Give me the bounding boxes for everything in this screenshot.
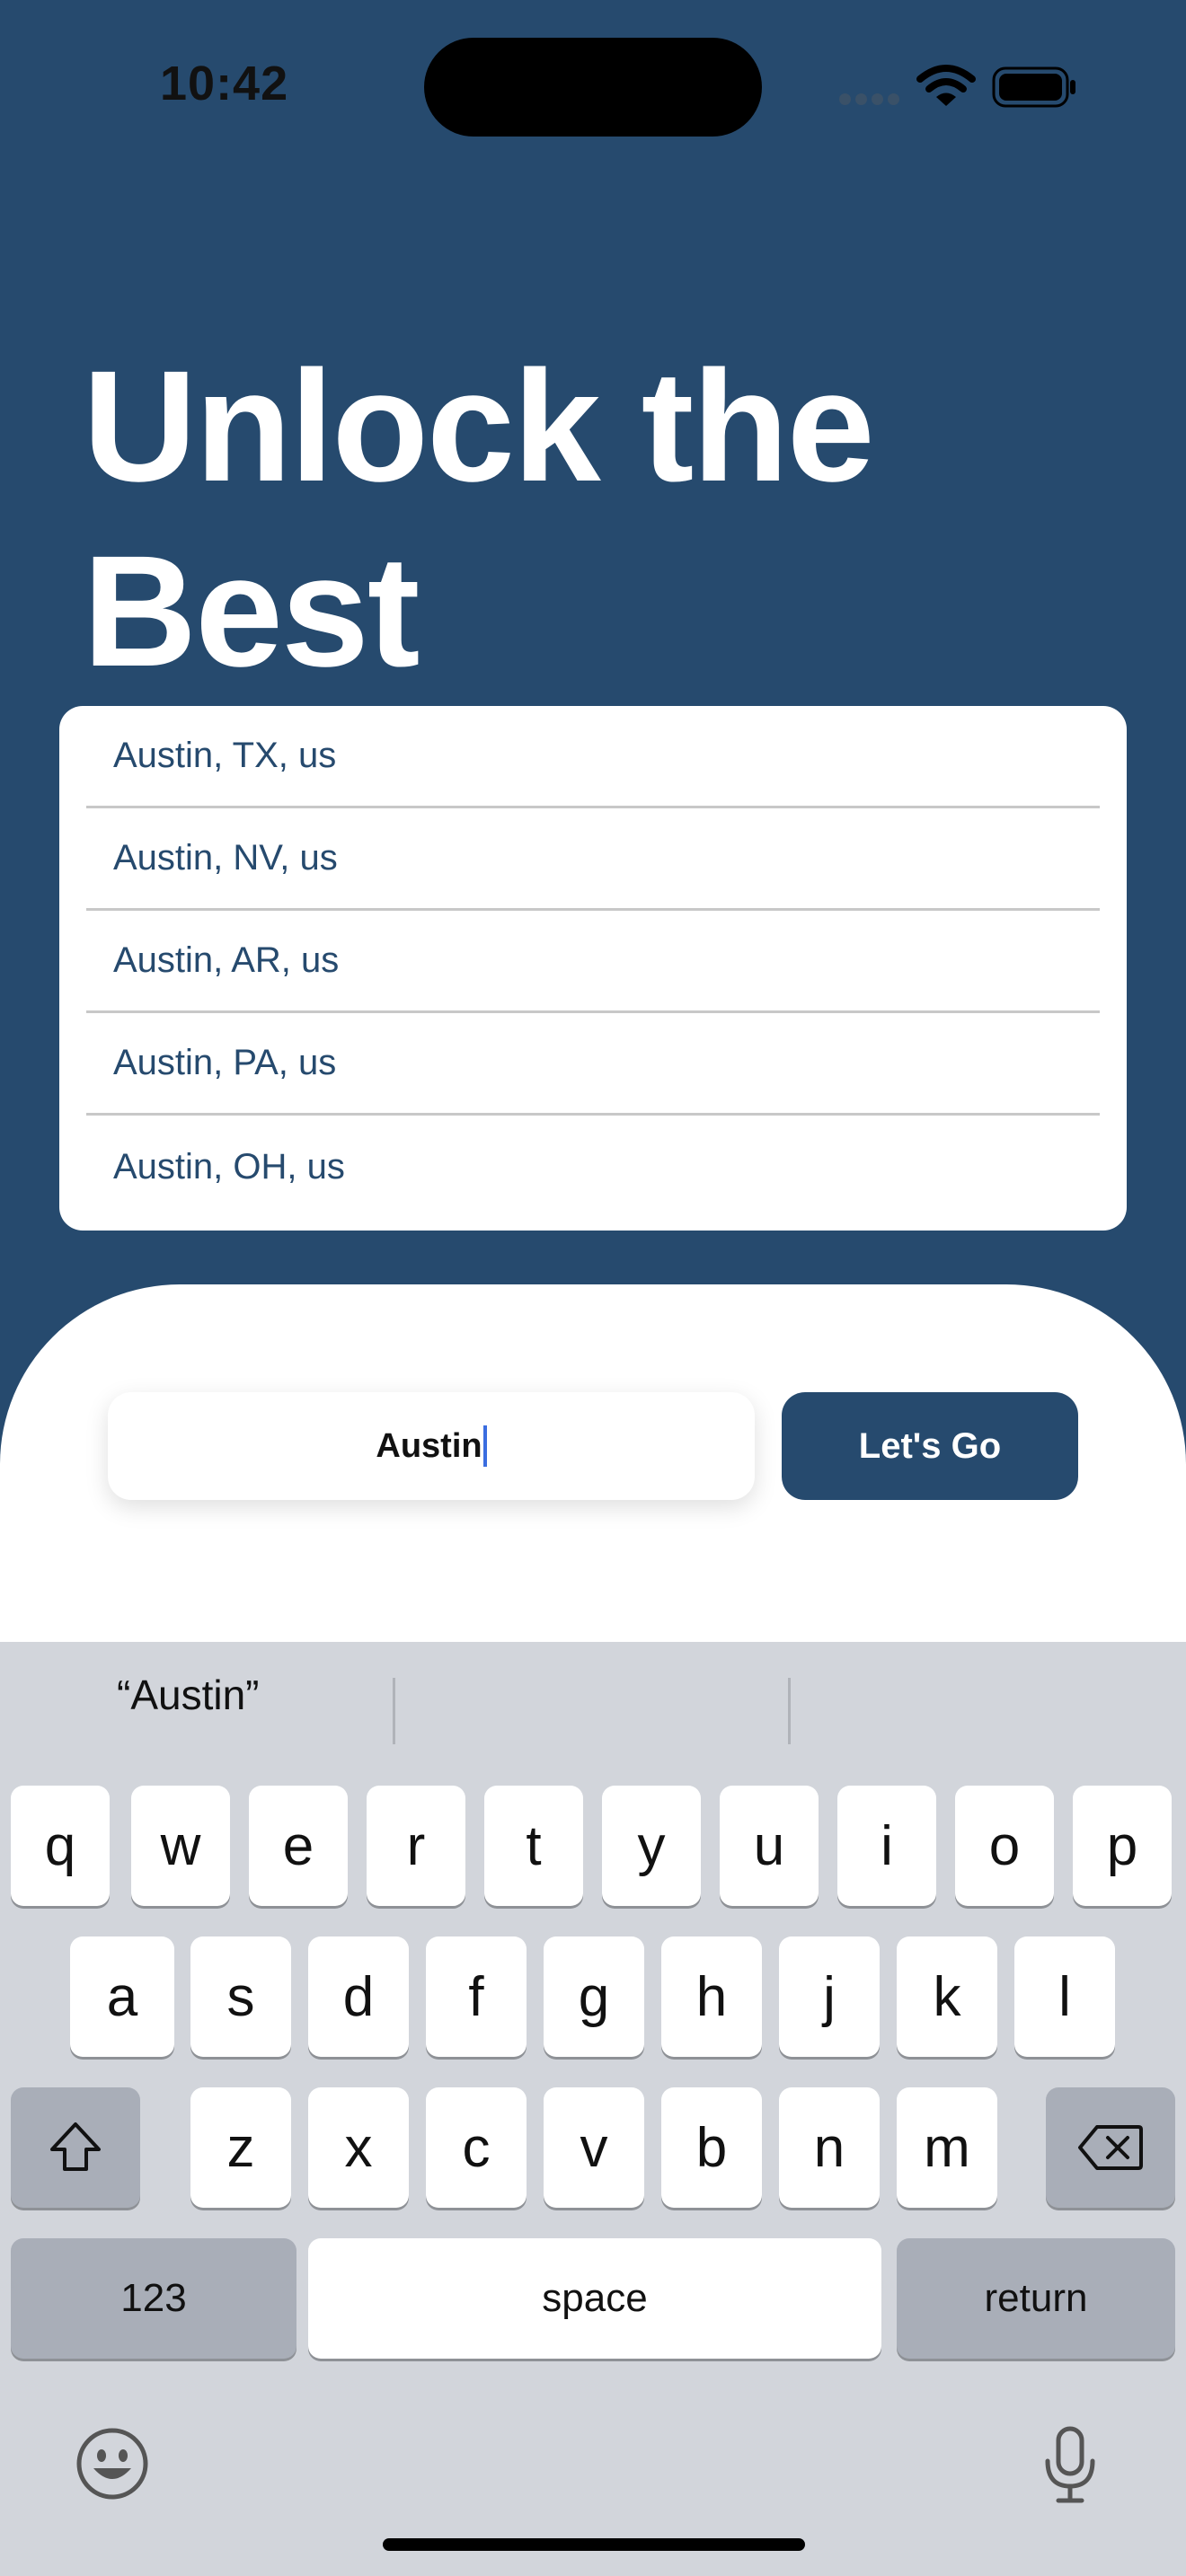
key-u[interactable]: u xyxy=(720,1786,819,1906)
battery-icon xyxy=(992,66,1078,112)
hero-title-line1: Unlock the xyxy=(83,339,875,515)
wifi-icon xyxy=(916,65,976,112)
backspace-icon xyxy=(1078,2125,1143,2170)
location-suggestions-list: Austin, TX, us Austin, NV, us Austin, AR… xyxy=(59,706,1127,1231)
key-c[interactable]: c xyxy=(426,2087,527,2208)
prediction-divider xyxy=(788,1678,791,1744)
cellular-signal-icon xyxy=(839,93,904,110)
numbers-key[interactable]: 123 xyxy=(11,2238,296,2359)
hero-title: Unlock the Best xyxy=(83,334,875,704)
dynamic-island xyxy=(424,38,762,137)
key-q[interactable]: q xyxy=(11,1786,110,1906)
key-e[interactable]: e xyxy=(249,1786,348,1906)
key-t[interactable]: t xyxy=(484,1786,583,1906)
hero-title-line2: Best xyxy=(83,524,420,700)
suggestion-item[interactable]: Austin, NV, us xyxy=(86,808,1100,911)
key-v[interactable]: v xyxy=(544,2087,644,2208)
search-input-value: Austin xyxy=(376,1426,482,1465)
suggestion-item[interactable]: Austin, PA, us xyxy=(86,1013,1100,1116)
key-p[interactable]: p xyxy=(1073,1786,1172,1906)
key-g[interactable]: g xyxy=(544,1936,644,2057)
shift-key[interactable] xyxy=(11,2087,140,2208)
key-w[interactable]: w xyxy=(131,1786,230,1906)
delete-key[interactable] xyxy=(1046,2087,1175,2208)
keyboard-prediction[interactable]: “Austin” xyxy=(117,1671,259,1719)
key-h[interactable]: h xyxy=(661,1936,762,2057)
shift-icon xyxy=(50,2122,101,2171)
key-a[interactable]: a xyxy=(70,1936,174,2057)
suggestion-item[interactable]: Austin, OH, us xyxy=(86,1116,1100,1218)
key-l[interactable]: l xyxy=(1014,1936,1115,2057)
key-z[interactable]: z xyxy=(190,2087,291,2208)
key-n[interactable]: n xyxy=(779,2087,880,2208)
key-f[interactable]: f xyxy=(426,1936,527,2057)
key-j[interactable]: j xyxy=(779,1936,880,2057)
text-caret xyxy=(482,1425,487,1467)
key-i[interactable]: i xyxy=(837,1786,936,1906)
key-r[interactable]: r xyxy=(367,1786,465,1906)
prediction-divider xyxy=(393,1678,395,1744)
status-time: 10:42 xyxy=(160,57,289,110)
suggestion-item[interactable]: Austin, AR, us xyxy=(86,911,1100,1013)
home-indicator[interactable] xyxy=(383,2538,805,2551)
suggestion-item[interactable]: Austin, TX, us xyxy=(86,706,1100,808)
key-s[interactable]: s xyxy=(190,1936,291,2057)
lets-go-button[interactable]: Let's Go xyxy=(782,1392,1078,1500)
key-y[interactable]: y xyxy=(602,1786,701,1906)
microphone-icon[interactable] xyxy=(1040,2425,1100,2510)
location-search-input[interactable]: Austin xyxy=(108,1392,755,1500)
emoji-icon[interactable] xyxy=(75,2427,149,2505)
key-x[interactable]: x xyxy=(308,2087,409,2208)
key-m[interactable]: m xyxy=(897,2087,997,2208)
key-b[interactable]: b xyxy=(661,2087,762,2208)
key-o[interactable]: o xyxy=(955,1786,1054,1906)
key-d[interactable]: d xyxy=(308,1936,409,2057)
space-key[interactable]: space xyxy=(308,2238,881,2359)
key-k[interactable]: k xyxy=(897,1936,997,2057)
return-key[interactable]: return xyxy=(897,2238,1175,2359)
